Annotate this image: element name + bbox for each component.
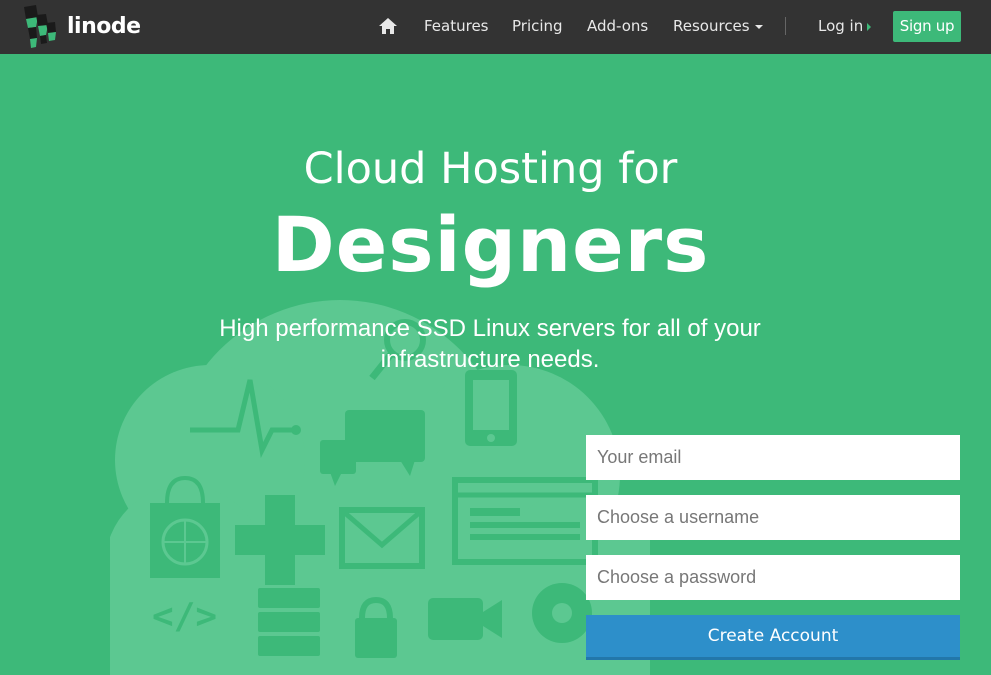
hero-title-line2: Designers	[271, 200, 710, 289]
home-link[interactable]	[378, 17, 398, 35]
chevron-right-icon	[867, 22, 872, 31]
nav-features[interactable]: Features	[424, 17, 489, 35]
username-field[interactable]	[586, 495, 960, 540]
linode-logo[interactable]: linode	[22, 5, 152, 49]
nav-addons[interactable]: Add-ons	[587, 17, 648, 35]
hero-subtitle: High performance SSD Linux servers for a…	[219, 315, 761, 373]
linode-logo-icon	[24, 5, 56, 48]
nav-login-label: Log in	[818, 17, 864, 35]
svg-text:</>: </>	[152, 596, 217, 637]
password-field[interactable]	[586, 555, 960, 600]
nav-resources[interactable]: Resources	[673, 17, 763, 35]
nav-resources-label: Resources	[673, 17, 750, 35]
nav-divider	[785, 15, 786, 37]
logo-text: linode	[67, 14, 141, 39]
email-field[interactable]	[586, 435, 960, 480]
signup-button[interactable]: Sign up	[893, 11, 961, 42]
top-nav: linode Features Pricing Add-ons Resource…	[0, 0, 991, 54]
chevron-down-icon	[754, 24, 763, 29]
nav-login[interactable]: Log in	[818, 17, 872, 35]
nav-pricing[interactable]: Pricing	[512, 17, 563, 35]
hero-title-line1: Cloud Hosting for	[303, 144, 678, 194]
home-icon	[379, 18, 397, 34]
create-account-button[interactable]: Create Account	[586, 615, 960, 660]
